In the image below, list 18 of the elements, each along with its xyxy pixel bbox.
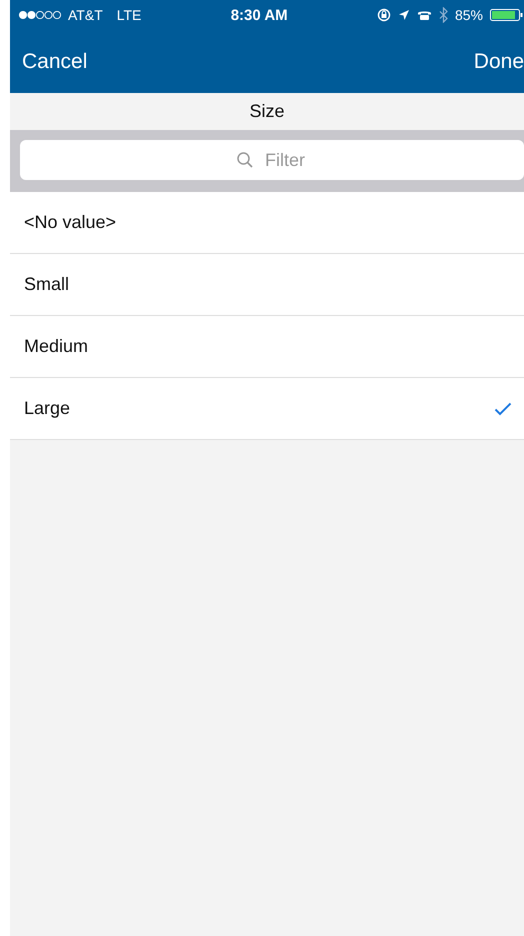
done-button[interactable]: Done <box>474 50 524 74</box>
screen-title: Size <box>248 100 286 123</box>
network-type: LTE <box>116 7 142 23</box>
rotation-lock-icon <box>376 8 391 22</box>
option-row[interactable]: Medium <box>10 316 524 378</box>
carrier-name: AT&T <box>68 7 103 23</box>
battery-percent: 85% <box>454 7 483 23</box>
battery-icon <box>490 8 524 22</box>
option-row[interactable]: Small <box>10 254 524 316</box>
bluetooth-icon <box>438 7 448 23</box>
signal-icon <box>18 10 62 20</box>
option-row[interactable]: Large <box>10 378 524 440</box>
cancel-button[interactable]: Cancel <box>22 50 88 74</box>
phone-icon <box>416 9 432 21</box>
filter-field[interactable]: Filter <box>20 140 524 180</box>
option-row[interactable]: <No value> <box>10 192 524 254</box>
location-arrow-icon <box>398 9 410 21</box>
clock-time: 8:30 AM <box>230 6 288 24</box>
